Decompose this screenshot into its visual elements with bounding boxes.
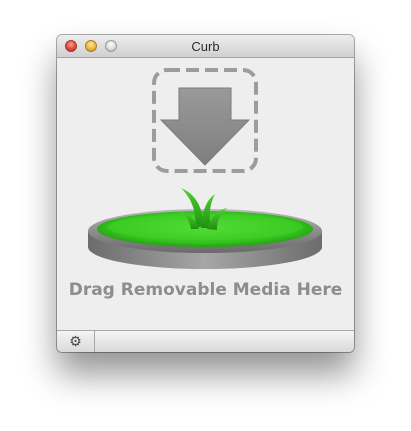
title-bar[interactable]: Curb <box>57 35 354 58</box>
curb-window: Curb Drag Removable Media Here ⚙ <box>57 35 354 352</box>
window-title: Curb <box>191 39 220 54</box>
download-arrow-icon <box>152 68 258 173</box>
gear-menu-button[interactable]: ⚙ <box>57 331 95 352</box>
drop-zone[interactable]: Drag Removable Media Here <box>57 58 354 331</box>
bottom-bar: ⚙ <box>57 330 354 352</box>
gear-icon: ⚙ <box>69 333 82 349</box>
grass-platform-icon <box>88 188 322 269</box>
drop-instruction-label: Drag Removable Media Here <box>68 280 343 300</box>
